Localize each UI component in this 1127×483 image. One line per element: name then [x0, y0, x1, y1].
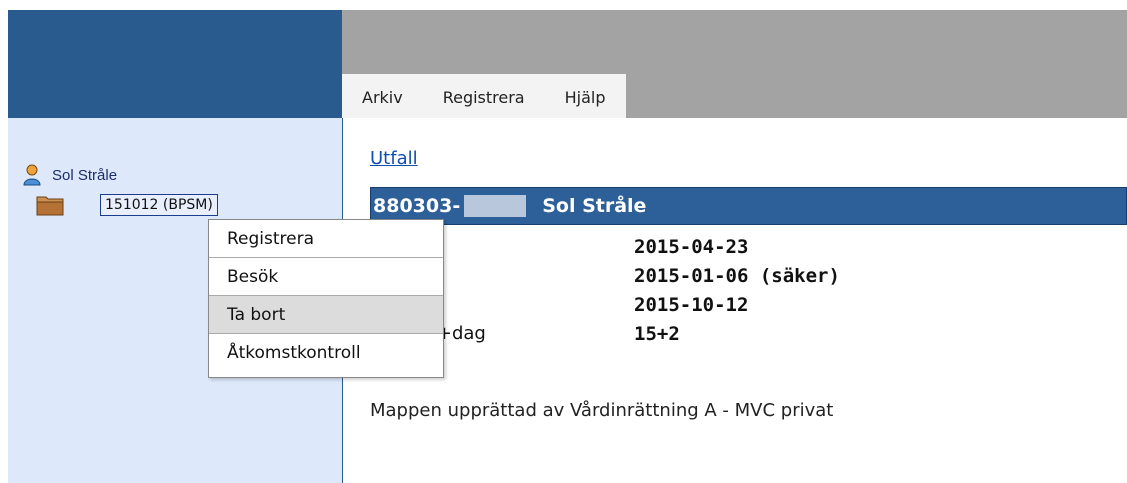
- menu-bar: Arkiv Registrera Hjälp: [342, 74, 626, 118]
- sidebar-person[interactable]: Sol Stråle: [22, 164, 117, 186]
- info-value: 2015-10-12: [634, 293, 749, 316]
- patient-name: Sol Stråle: [542, 195, 647, 217]
- context-menu-ta-bort[interactable]: Ta bort: [209, 296, 443, 334]
- menu-hjalp[interactable]: Hjälp: [545, 74, 626, 118]
- folder-label[interactable]: 151012 (BPSM): [100, 194, 218, 216]
- sidebar-folder[interactable]: 151012 (BPSM): [36, 194, 218, 216]
- patient-id: 880303-: [373, 195, 461, 217]
- folder-icon: [36, 196, 64, 216]
- utfall-link[interactable]: Utfall: [370, 148, 418, 169]
- context-menu-atkomstkontroll[interactable]: Åtkomstkontroll: [209, 334, 443, 372]
- info-value: 2015-04-23: [634, 235, 749, 258]
- redacted-digits: [464, 195, 527, 217]
- context-menu: Registrera Besök Ta bort Åtkomstkontroll: [208, 219, 444, 378]
- context-menu-registrera[interactable]: Registrera: [209, 220, 443, 258]
- info-value: 2015-01-06 (säker): [634, 264, 840, 287]
- menu-arkiv[interactable]: Arkiv: [342, 74, 423, 118]
- top-strip: [0, 0, 1127, 10]
- folder-note: Mappen upprättad av Vårdinrättning A - M…: [370, 400, 834, 421]
- user-icon: [23, 164, 41, 186]
- person-name[interactable]: Sol Stråle: [52, 167, 117, 184]
- context-menu-besok[interactable]: Besök: [209, 258, 443, 296]
- info-value: 15+2: [634, 322, 680, 345]
- menu-registrera[interactable]: Registrera: [423, 74, 545, 118]
- patient-header: 880303- Sol Stråle: [370, 187, 1127, 225]
- left-header-bar: [8, 10, 342, 118]
